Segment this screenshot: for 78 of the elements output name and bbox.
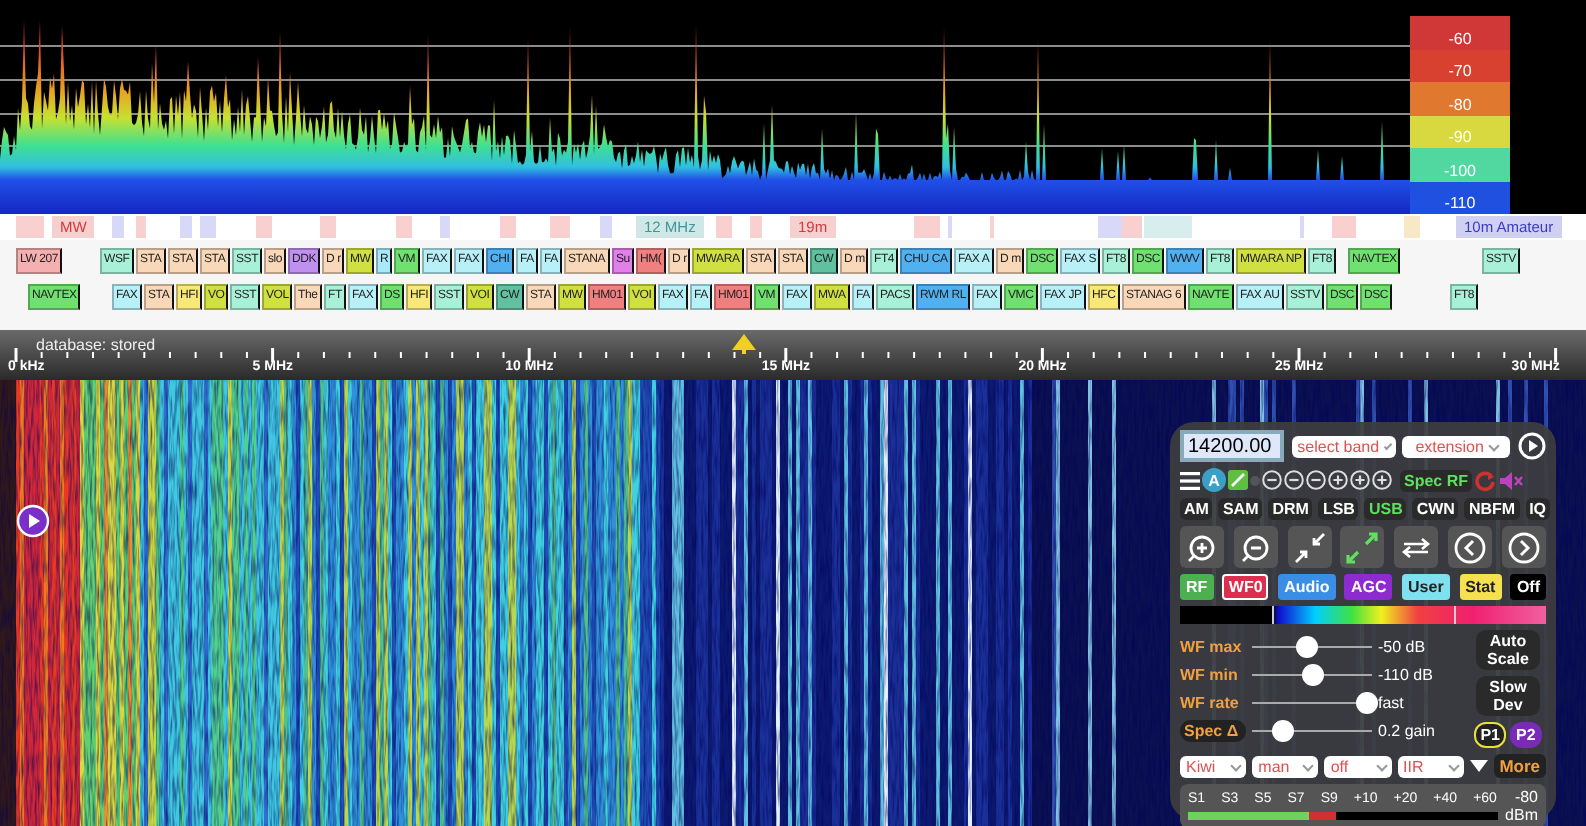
s-meter-unit: dBm <box>1505 806 1538 824</box>
play-icon[interactable] <box>1517 432 1546 460</box>
edit-icon[interactable] <box>1228 470 1248 490</box>
chevron-left-icon <box>1454 531 1487 563</box>
panel-tab[interactable]: AGC <box>1344 574 1393 600</box>
db-label: -110 <box>1444 194 1476 214</box>
next-button[interactable] <box>1501 526 1546 568</box>
slider-reading: -50 dB <box>1378 638 1428 656</box>
swap-button[interactable] <box>1394 526 1439 568</box>
slider[interactable] <box>1252 636 1372 658</box>
panel-tab[interactable]: Off <box>1510 574 1546 600</box>
db-label: -60 <box>1448 29 1472 49</box>
mode-button[interactable]: CWN <box>1412 498 1459 520</box>
mode-button[interactable]: NBFM <box>1464 498 1520 520</box>
slider-label: WF rate <box>1180 694 1241 712</box>
dropdown[interactable]: man <box>1252 755 1319 777</box>
frequency-input[interactable]: 14200.00 <box>1180 430 1284 462</box>
mode-button[interactable]: USB <box>1364 498 1407 520</box>
db-label: -100 <box>1443 161 1476 181</box>
zoom-out-icon <box>1239 531 1272 563</box>
menu-icon[interactable] <box>1180 471 1200 489</box>
slider-thumb[interactable] <box>1356 692 1378 714</box>
db-label: -80 <box>1448 95 1472 115</box>
slider-reading: -110 dB <box>1378 666 1435 684</box>
spec-delta-button[interactable]: Spec Δ <box>1180 720 1246 742</box>
dropdown[interactable]: IIR <box>1397 755 1464 777</box>
slider-reading: fast <box>1378 694 1406 712</box>
mode-button[interactable]: AM <box>1180 498 1213 520</box>
slider-label: WF min <box>1180 666 1240 684</box>
panel-button[interactable]: Slow Dev <box>1476 676 1540 716</box>
mode-button[interactable]: DRM <box>1268 498 1313 520</box>
status-dot-icon <box>1250 475 1260 485</box>
more-button[interactable]: More <box>1493 754 1546 778</box>
chevron-right-icon <box>1507 531 1540 563</box>
mode-button[interactable]: LSB <box>1318 498 1359 520</box>
zoom-plus-icon[interactable] <box>1350 470 1370 490</box>
slider[interactable] <box>1252 692 1372 714</box>
s-meter-reading: -80 <box>1512 788 1538 806</box>
shrink-arrows-icon <box>1293 531 1326 563</box>
preset-button[interactable]: P1 <box>1474 722 1506 748</box>
db-label: -90 <box>1448 128 1472 148</box>
slider[interactable] <box>1252 720 1372 742</box>
tuning-marker-icon[interactable] <box>732 334 756 354</box>
slider[interactable] <box>1252 664 1372 686</box>
play-icon[interactable] <box>16 504 50 538</box>
zoom-minus-icon[interactable] <box>1284 470 1304 490</box>
slider-reading: 0.2 gain <box>1378 722 1437 740</box>
panel-tab[interactable]: User <box>1402 574 1450 600</box>
zoom-in-icon <box>1186 531 1218 563</box>
band-dropdown[interactable]: select band <box>1291 435 1396 457</box>
mode-button[interactable]: SAM <box>1218 498 1263 520</box>
panel-tab[interactable]: Stat <box>1459 574 1502 600</box>
expand-arrows-icon <box>1346 531 1379 563</box>
zoom-plus-icon[interactable] <box>1372 470 1392 490</box>
slider-thumb[interactable] <box>1302 664 1324 686</box>
panel-button[interactable]: Auto Scale <box>1476 630 1540 670</box>
mute-icon[interactable] <box>1498 469 1525 491</box>
previous-button[interactable] <box>1448 526 1493 568</box>
caret-icon[interactable] <box>1469 760 1488 772</box>
panel-tab[interactable]: WF0 <box>1222 574 1269 600</box>
zoom-out-button[interactable] <box>1233 526 1278 568</box>
slider-thumb[interactable] <box>1296 636 1318 658</box>
zoom-in-button[interactable] <box>1180 526 1224 568</box>
spec-rf-button[interactable]: Spec RF <box>1400 469 1473 491</box>
zoom-minus-icon[interactable] <box>1306 470 1326 490</box>
dropdown[interactable]: off <box>1324 755 1392 777</box>
preset-button[interactable]: P2 <box>1510 722 1542 748</box>
database-status: database: stored <box>36 336 156 354</box>
zoom-minus-icon[interactable] <box>1262 470 1282 490</box>
shrink-button[interactable] <box>1287 526 1332 568</box>
expand-button[interactable] <box>1340 526 1385 568</box>
dropdown[interactable]: Kiwi <box>1180 755 1247 777</box>
slider-thumb[interactable] <box>1272 720 1294 742</box>
mode-button[interactable]: IQ <box>1525 498 1551 520</box>
zoom-plus-icon[interactable] <box>1328 470 1348 490</box>
slider-label: WF max <box>1180 638 1244 656</box>
db-label: -70 <box>1448 62 1472 82</box>
extension-dropdown[interactable]: extension <box>1402 435 1511 457</box>
